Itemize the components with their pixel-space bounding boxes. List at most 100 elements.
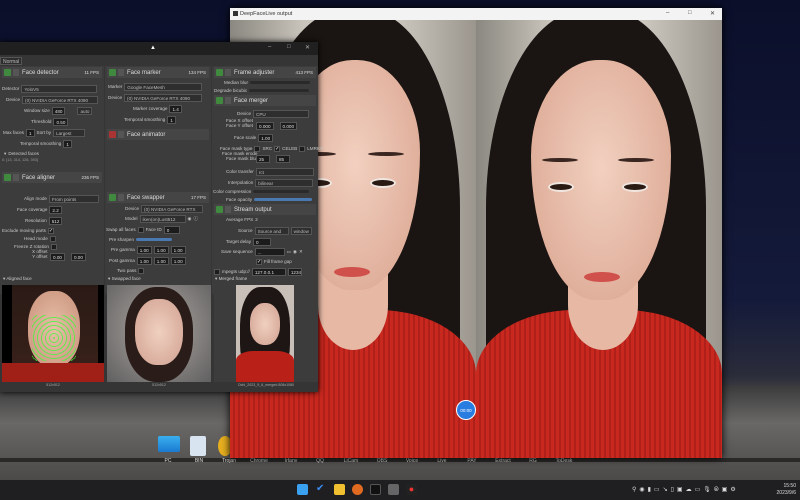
sort-by-select[interactable]: Largest — [53, 128, 86, 137]
file-explorer-icon[interactable] — [334, 484, 345, 495]
post-gamma-b-input[interactable]: 1.00 — [170, 256, 186, 265]
face-opacity-slider[interactable] — [254, 198, 313, 201]
mask-blur-input[interactable]: 85 — [276, 154, 290, 163]
interpolation-select[interactable]: bilinear — [255, 178, 314, 187]
eye-icon[interactable]: ◉ — [293, 249, 297, 255]
desktop-icon-label[interactable]: ToDesk — [549, 458, 579, 464]
window-button[interactable]: window — [290, 226, 312, 235]
mode-select[interactable]: Normal — [0, 57, 22, 65]
qq-icon[interactable]: ● — [406, 484, 417, 495]
desktop-icon-label[interactable]: Trojan — [214, 458, 244, 464]
marker-coverage-input[interactable]: 1.4 — [169, 104, 182, 113]
desktop-icon-label[interactable]: Extract — [488, 458, 518, 464]
mask-lmrks-checkbox[interactable] — [299, 145, 306, 152]
model-select[interactable]: iken(on)Lust512 — [139, 214, 186, 223]
pre-gamma-r-input[interactable]: 1.00 — [136, 245, 152, 254]
merged-frame-header[interactable]: ▾ Merged frame — [215, 276, 247, 284]
desktop-icon-label[interactable]: PC — [153, 458, 183, 464]
face-swapper-toggle[interactable] — [109, 194, 116, 201]
maximize-button[interactable]: □ — [287, 44, 291, 50]
color-compression-slider[interactable] — [253, 190, 310, 193]
source-select[interactable]: Source and — [254, 226, 289, 235]
mask-celeb-checkbox[interactable]: ✓ — [274, 145, 281, 152]
device-select[interactable]: (0) NVIDIA GeForce RTX 4090 — [124, 93, 203, 102]
frame-adjuster-toggle[interactable] — [216, 69, 223, 76]
device-select[interactable]: CPU — [253, 109, 310, 118]
median-blur-slider[interactable] — [250, 81, 311, 84]
terminal-icon[interactable] — [370, 484, 381, 495]
recording-timer[interactable]: 00:00 — [456, 400, 476, 420]
firefox-icon[interactable] — [352, 484, 363, 495]
degrade-bicubic-slider[interactable] — [249, 89, 310, 92]
face-y-offset-input[interactable]: 0.000 — [279, 121, 297, 130]
mask-erode-input[interactable]: 25 — [256, 154, 270, 163]
desktop-icon-label[interactable]: Chrome — [244, 458, 274, 464]
pc-icon[interactable] — [158, 436, 180, 452]
resolution-input[interactable]: 512 — [48, 216, 63, 225]
info-icon[interactable]: ⓘ — [194, 216, 199, 222]
face-merger-toggle[interactable] — [216, 97, 223, 104]
todo-icon[interactable]: ✔ — [316, 484, 327, 495]
clear-icon[interactable]: ✕ — [299, 249, 303, 255]
face-id-input[interactable]: 0 — [163, 225, 180, 234]
x-offset-input[interactable]: 0.00 — [50, 252, 65, 261]
target-delay-input[interactable]: 0 — [253, 237, 272, 246]
two-pass-checkbox[interactable] — [138, 267, 145, 274]
stream-output-toggle[interactable] — [216, 206, 223, 213]
face-scale-input[interactable]: 1.00 — [258, 133, 274, 142]
clock-date[interactable]: 2023/9/6 — [762, 490, 796, 496]
auto-button[interactable]: auto — [77, 106, 93, 115]
desktop-icon-label[interactable]: Irfanv — [276, 458, 306, 464]
desktop-icon-label[interactable]: Voice — [397, 458, 427, 464]
swap-all-faces-checkbox[interactable] — [137, 226, 144, 233]
marker-select[interactable]: Google FaceMesh — [124, 82, 203, 91]
desktop-icon-label[interactable]: BIN — [184, 458, 214, 464]
color-transfer-select[interactable]: rct — [255, 167, 314, 176]
save-sequence-path-input[interactable]: ... — [254, 247, 285, 256]
desktop-icon-label[interactable]: OBS — [367, 458, 397, 464]
temporal-smoothing-input[interactable]: 1 — [167, 115, 176, 124]
align-mode-select[interactable]: From points — [48, 194, 99, 203]
desktop-icon-label[interactable]: LiCam — [336, 458, 366, 464]
exclude-moving-parts-checkbox[interactable]: ✓ — [47, 227, 54, 234]
recycle-bin-icon[interactable] — [190, 436, 206, 456]
minimize-button[interactable]: – — [666, 10, 669, 16]
face-detector-toggle[interactable] — [4, 69, 11, 76]
desktop-icon-label[interactable]: QQ — [305, 458, 335, 464]
pre-sharpen-slider[interactable] — [136, 238, 173, 241]
temporal-smoothing-input[interactable]: 1 — [63, 139, 72, 148]
freeze-z-rotation-checkbox[interactable] — [50, 243, 57, 250]
desktop-icon-label[interactable]: PAY — [457, 458, 487, 464]
face-marker-toggle[interactable] — [109, 69, 116, 76]
face-coverage-input[interactable]: 2.2 — [49, 205, 62, 214]
eye-icon[interactable]: ◉ — [188, 216, 192, 222]
aligned-face-header[interactable]: ▾ Aligned face — [3, 276, 32, 284]
address-input[interactable]: 127.0.0.1 — [251, 267, 286, 276]
maximize-button[interactable]: □ — [688, 10, 692, 16]
detector-select[interactable]: YoloV5 — [21, 84, 98, 93]
window-size-input[interactable]: 480 — [51, 106, 66, 115]
desktop-icon-label[interactable]: Live — [427, 458, 457, 464]
pre-gamma-g-input[interactable]: 1.00 — [153, 245, 169, 254]
face-animator-toggle[interactable] — [109, 131, 116, 138]
face-aligner-toggle[interactable] — [4, 174, 11, 181]
system-tray-icons[interactable]: ⚲◉▮▭↘▯▣☁▭🎙⦾▣⚙ — [632, 486, 739, 494]
device-select[interactable]: (0) NVIDIA GeForce RTX — [141, 204, 204, 213]
post-gamma-r-input[interactable]: 1.00 — [136, 256, 152, 265]
y-offset-input[interactable]: 0.00 — [70, 252, 86, 261]
post-gamma-g-input[interactable]: 1.00 — [153, 256, 169, 265]
device-select[interactable]: (0) NVIDIA GeForce RTX 4090 — [22, 95, 99, 104]
desktop-icon-label[interactable]: RG — [518, 458, 548, 464]
fill-frame-gap-checkbox[interactable]: ✓ — [256, 258, 262, 265]
pre-gamma-b-input[interactable]: 1.00 — [170, 245, 186, 254]
max-faces-input[interactable]: 1 — [25, 128, 35, 137]
start-icon[interactable] — [297, 484, 308, 495]
clock-time[interactable]: 15:50 — [768, 483, 796, 489]
face-x-offset-input[interactable]: 0.000 — [256, 121, 274, 130]
folder-icon[interactable]: ▭ — [287, 249, 291, 255]
close-button[interactable]: ✕ — [305, 44, 310, 51]
minimize-button[interactable]: – — [268, 44, 271, 50]
close-button[interactable]: ✕ — [710, 10, 715, 17]
deepfacelive-icon[interactable] — [388, 484, 399, 495]
port-input[interactable]: 1234 — [287, 267, 302, 276]
